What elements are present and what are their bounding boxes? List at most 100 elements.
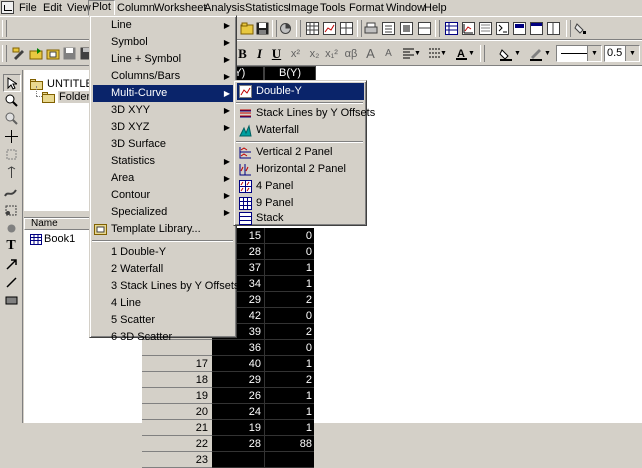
cell-b[interactable]: 2: [264, 324, 314, 340]
list-item[interactable]: Book1: [30, 233, 75, 245]
menu-item-statistics[interactable]: Statistics ▶: [93, 153, 234, 170]
line-tool-icon[interactable]: [3, 274, 19, 290]
cell-b[interactable]: 1: [264, 356, 314, 372]
cell-b[interactable]: 1: [264, 388, 314, 404]
export-icon[interactable]: [398, 20, 415, 37]
menu-item-3d-xyz[interactable]: 3D XYZ ▶: [93, 119, 234, 136]
cell-b[interactable]: 1: [264, 420, 314, 436]
increase-font-button[interactable]: A: [362, 45, 379, 62]
line-color-icon[interactable]: [527, 45, 544, 62]
zoom-out-icon[interactable]: [3, 110, 19, 126]
cell-b[interactable]: 0: [264, 228, 314, 244]
cell-b[interactable]: 0: [264, 340, 314, 356]
submenu-item-9-panel[interactable]: 9 Panel: [237, 195, 364, 212]
menu-item-columns-bars[interactable]: Columns/Bars ▶: [93, 68, 234, 85]
subscript-button[interactable]: x₂: [306, 45, 323, 62]
new-worksheet-icon[interactable]: [304, 20, 321, 37]
text-tool-icon[interactable]: T: [3, 238, 19, 254]
arrow-tool-icon[interactable]: [3, 256, 19, 272]
submenu-item-stack-lines[interactable]: Stack Lines by Y Offsets: [237, 105, 375, 122]
row-header[interactable]: 21: [142, 420, 212, 436]
cell-a[interactable]: 24: [212, 404, 264, 420]
line-width-select[interactable]: 0.5 ▼: [604, 45, 640, 62]
menu-item-template-library[interactable]: Template Library...: [93, 221, 234, 238]
recent-item-3[interactable]: 3 Stack Lines by Y Offsets: [93, 278, 239, 295]
cell-a[interactable]: 19: [212, 420, 264, 436]
submenu-item-waterfall[interactable]: Waterfall: [237, 122, 364, 139]
save-project-icon[interactable]: [61, 45, 78, 62]
window-icon[interactable]: [528, 20, 545, 37]
superscript-button[interactable]: x²: [287, 45, 304, 62]
screen-reader-icon[interactable]: [3, 128, 19, 144]
menu-analysis[interactable]: Analysis: [201, 1, 248, 15]
data-reader-icon[interactable]: [3, 146, 19, 162]
cell-a[interactable]: [212, 452, 264, 468]
submenu-item-vertical-2-panel[interactable]: Vertical 2 Panel: [237, 144, 364, 161]
fill-bucket-icon[interactable]: [497, 45, 514, 62]
decrease-font-button[interactable]: A: [380, 45, 397, 62]
cell-b[interactable]: 0: [264, 244, 314, 260]
mask-icon[interactable]: [3, 220, 19, 236]
app-icon[interactable]: [1, 1, 14, 14]
column-header-b[interactable]: B(Y): [264, 66, 316, 81]
fill-color-dropdown-icon[interactable]: ▼: [513, 45, 522, 62]
menu-plot[interactable]: Plot: [88, 0, 115, 16]
recent-item-2[interactable]: 2 Waterfall: [93, 261, 234, 278]
cell-a[interactable]: 29: [212, 372, 264, 388]
pointer-icon[interactable]: [3, 74, 21, 92]
menu-item-line[interactable]: Line ▶: [93, 17, 234, 34]
cell-b[interactable]: [264, 452, 314, 468]
new-matrix-icon[interactable]: [338, 20, 355, 37]
row-header[interactable]: 20: [142, 404, 212, 420]
menu-format[interactable]: Format: [346, 1, 387, 15]
menu-item-multi-curve[interactable]: Multi-Curve ▶: [93, 85, 234, 102]
menu-item-specialized[interactable]: Specialized ▶: [93, 204, 234, 221]
supersubscript-button[interactable]: x₁²: [323, 45, 340, 62]
line-style-dropdown-icon[interactable]: ▼: [587, 46, 601, 61]
cell-b[interactable]: 88: [264, 436, 314, 452]
menu-item-symbol[interactable]: Symbol ▶: [93, 34, 234, 51]
font-color-dropdown-icon[interactable]: ▼: [467, 45, 476, 62]
submenu-item-4-panel[interactable]: 4 Panel: [237, 178, 364, 195]
row-header[interactable]: 22: [142, 436, 212, 452]
recent-item-1[interactable]: 1 Double-Y: [93, 244, 234, 261]
greek-button[interactable]: αβ: [341, 45, 361, 62]
recent-item-5[interactable]: 5 Scatter: [93, 312, 234, 329]
cell-a[interactable]: 36: [212, 340, 264, 356]
toolbar-grip[interactable]: [2, 20, 7, 37]
row-header[interactable]: 18: [142, 372, 212, 388]
results-log-icon[interactable]: [477, 20, 494, 37]
menu-tools[interactable]: Tools: [317, 1, 349, 15]
border-dropdown-icon[interactable]: ▼: [439, 45, 448, 62]
refresh-icon[interactable]: [277, 20, 294, 37]
italic-button[interactable]: I: [251, 45, 268, 62]
zoom-in-icon[interactable]: [3, 92, 19, 108]
save-icon[interactable]: [254, 20, 271, 37]
tile-icon[interactable]: [545, 20, 562, 37]
cell-b[interactable]: 0: [264, 308, 314, 324]
align-dropdown-icon[interactable]: ▼: [413, 45, 422, 62]
cell-a[interactable]: 28: [212, 436, 264, 452]
rectangle-tool-icon[interactable]: [3, 292, 19, 308]
line-color-dropdown-icon[interactable]: ▼: [543, 45, 552, 62]
row-header[interactable]: 19: [142, 388, 212, 404]
data-selector-icon[interactable]: [3, 164, 19, 180]
menu-help[interactable]: Help: [421, 1, 450, 15]
menu-item-area[interactable]: Area ▶: [93, 170, 234, 187]
cell-b[interactable]: 2: [264, 292, 314, 308]
menu-edit[interactable]: Edit: [40, 1, 65, 15]
submenu-item-horizontal-2-panel[interactable]: Horizontal 2 Panel: [237, 161, 364, 178]
toolbar-grip[interactable]: [2, 45, 7, 62]
menu-item-contour[interactable]: Contour ▶: [93, 187, 234, 204]
row-header[interactable]: 17: [142, 356, 212, 372]
cell-a[interactable]: 26: [212, 388, 264, 404]
draw-data-icon[interactable]: [3, 184, 19, 200]
recent-item-6[interactable]: 6 3D Scatter: [93, 329, 234, 343]
worksheet-view-icon[interactable]: [443, 20, 460, 37]
copy-page-icon[interactable]: [380, 20, 397, 37]
cell-a[interactable]: 40: [212, 356, 264, 372]
menu-item-3d-surface[interactable]: 3D Surface: [93, 136, 234, 153]
region-icon[interactable]: [3, 202, 19, 218]
layout-icon[interactable]: [416, 20, 433, 37]
new-graph-icon[interactable]: [321, 20, 338, 37]
